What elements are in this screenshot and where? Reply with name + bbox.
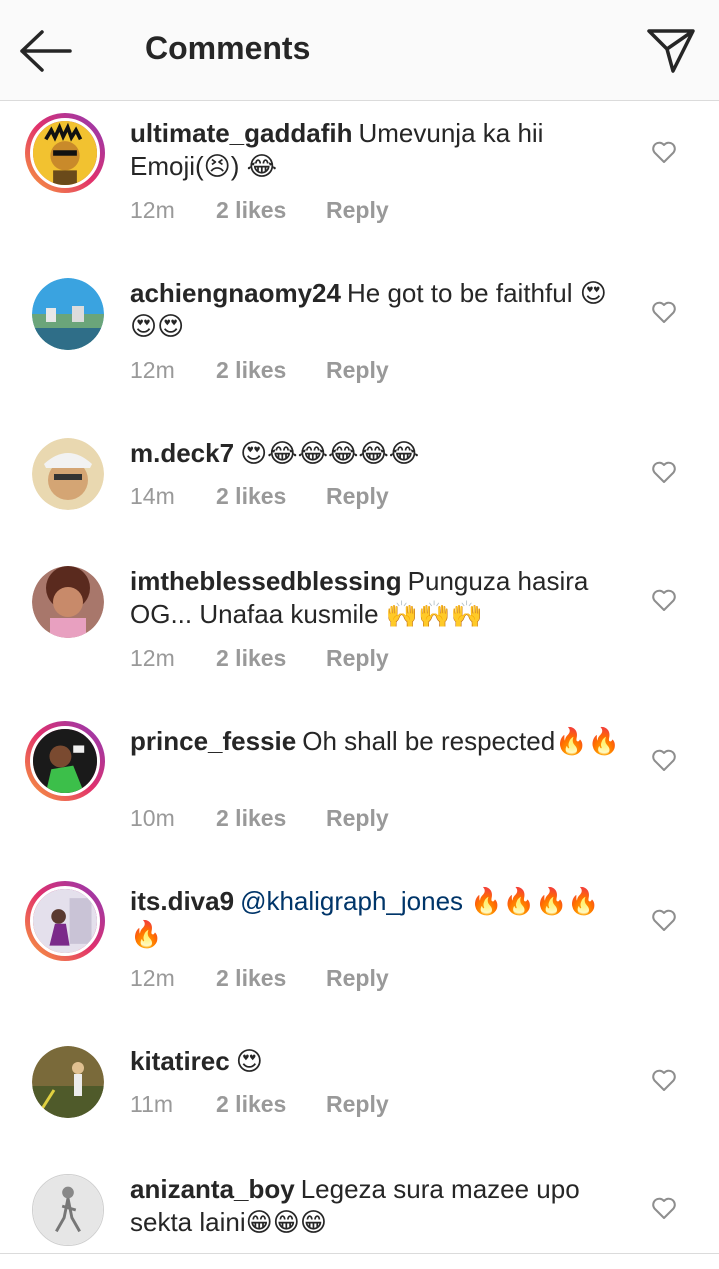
comment-text: 😍😂😂😂😂😂 (240, 438, 420, 468)
like-heart-icon[interactable] (651, 300, 677, 324)
like-heart-icon[interactable] (651, 140, 677, 164)
comment-username[interactable]: kitatirec (130, 1046, 230, 1076)
reply-button[interactable]: Reply (326, 1091, 389, 1118)
avatar[interactable] (25, 113, 105, 193)
like-heart-icon[interactable] (651, 460, 677, 484)
top-bar: Comments (0, 0, 719, 101)
avatar[interactable] (32, 1046, 104, 1118)
comment-text: Oh shall be respected🔥🔥 (302, 726, 620, 756)
like-heart-icon[interactable] (651, 588, 677, 612)
comment-username[interactable]: m.deck7 (130, 438, 234, 468)
comment-time: 12m (130, 357, 175, 383)
avatar[interactable] (32, 278, 104, 350)
comment-likes[interactable]: 2 likes (216, 483, 326, 510)
comment-meta: 14m 2 likes Reply (130, 483, 389, 510)
comment-likes[interactable]: 2 likes (216, 197, 326, 224)
comment-time: 12m (130, 645, 175, 671)
comment-meta: 12m 2 likes Reply (130, 965, 389, 992)
comment-likes[interactable]: 2 likes (216, 805, 326, 832)
avatar[interactable] (32, 438, 104, 510)
comment-likes[interactable]: 2 likes (216, 645, 326, 672)
back-arrow-icon[interactable] (18, 26, 74, 76)
like-heart-icon[interactable] (651, 1068, 677, 1092)
comment-likes[interactable]: 2 likes (216, 357, 326, 384)
comment-time: 12m (130, 197, 175, 223)
comment-meta: 10m 2 likes Reply (130, 805, 389, 832)
reply-button[interactable]: Reply (326, 197, 389, 224)
page-title: Comments (145, 30, 311, 66)
comment-likes[interactable]: 2 likes (216, 1091, 326, 1118)
comment-meta: 12m 2 likes Reply (130, 197, 389, 224)
like-heart-icon[interactable] (651, 908, 677, 932)
comment-time: 10m (130, 805, 175, 831)
reply-button[interactable]: Reply (326, 483, 389, 510)
avatar[interactable] (25, 721, 105, 801)
comment-username[interactable]: ultimate_gaddafih (130, 118, 352, 148)
comment-likes[interactable]: 2 likes (216, 965, 326, 992)
comment-username[interactable]: prince_fessie (130, 726, 296, 756)
comment-meta: 12m 2 likes Reply (130, 645, 389, 672)
comment-time: 11m (130, 1091, 174, 1117)
comment-meta: 12m 2 likes Reply (130, 357, 389, 384)
avatar[interactable] (25, 881, 105, 961)
reply-button[interactable]: Reply (326, 357, 389, 384)
like-heart-icon[interactable] (651, 748, 677, 772)
like-heart-icon[interactable] (651, 1196, 677, 1220)
comment-time: 14m (130, 483, 175, 509)
comment-text: 😍 (235, 1046, 263, 1076)
reply-button[interactable]: Reply (326, 965, 389, 992)
comment-mention-link[interactable]: @khaligraph_jones (240, 886, 463, 916)
avatar[interactable] (32, 566, 104, 638)
avatar[interactable] (32, 1174, 104, 1246)
send-direct-icon[interactable] (646, 26, 696, 74)
comment-username[interactable]: its.diva9 (130, 886, 234, 916)
reply-button[interactable]: Reply (326, 805, 389, 832)
comment-username[interactable]: imtheblessedblessing (130, 566, 402, 596)
comment-time: 12m (130, 965, 175, 991)
comment-username[interactable]: achiengnaomy24 (130, 278, 341, 308)
comment-username[interactable]: anizanta_boy (130, 1174, 295, 1204)
comment-meta: 11m 2 likes Reply (130, 1091, 389, 1118)
bottom-divider (0, 1253, 719, 1254)
reply-button[interactable]: Reply (326, 645, 389, 672)
